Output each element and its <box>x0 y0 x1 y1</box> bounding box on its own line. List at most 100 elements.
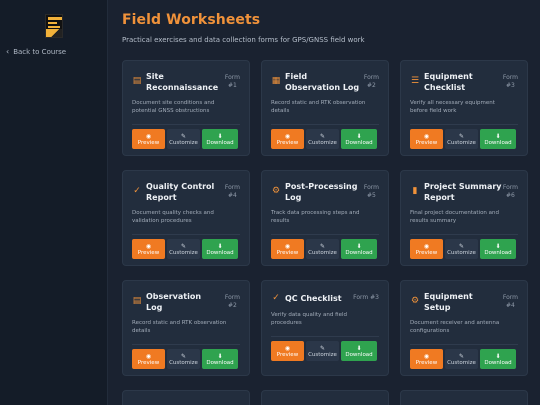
customize-button[interactable]: ✎ Customize <box>167 239 200 259</box>
preview-button[interactable]: ◉ Preview <box>271 239 304 259</box>
card-description: Verify all necessary equipment before fi… <box>410 100 495 114</box>
checklist-icon: ☰ <box>410 76 420 86</box>
download-button[interactable]: ⬇ Download <box>480 239 516 259</box>
customize-button[interactable]: ✎ Customize <box>445 239 478 259</box>
pencil-icon: ✎ <box>319 132 326 140</box>
download-icon: ⬇ <box>217 242 223 250</box>
download-icon: ⬇ <box>356 344 362 352</box>
download-button[interactable]: ⬇ Download <box>341 341 377 361</box>
double-check-icon: ✓ <box>133 186 141 196</box>
card-title: Post-Processing Log <box>285 182 358 202</box>
preview-button[interactable]: ◉ Preview <box>410 239 443 259</box>
download-button[interactable]: ⬇ Download <box>341 239 377 259</box>
worksheet-card: ⚙ Equipment Setup Form #4 Document recei… <box>400 280 528 376</box>
form-number: Form #2 <box>224 294 240 309</box>
worksheet-card-partial <box>261 390 389 405</box>
card-description: Document site conditions and potential G… <box>132 100 215 114</box>
back-to-course-link[interactable]: ‹ Back to Course <box>6 47 66 56</box>
eye-icon: ◉ <box>423 132 430 140</box>
preview-button[interactable]: ◉ Preview <box>132 129 165 149</box>
pencil-icon: ✎ <box>319 344 326 352</box>
download-icon: ⬇ <box>217 132 223 140</box>
customize-button[interactable]: ✎ Customize <box>167 349 200 369</box>
card-divider <box>132 234 240 235</box>
page-subtitle: Practical exercises and data collection … <box>122 36 365 44</box>
download-button[interactable]: ⬇ Download <box>480 349 516 369</box>
worksheet-card: ▦ Field Observation Log Form #2 Record s… <box>261 60 389 156</box>
card-description: Track data processing steps and results <box>271 210 360 224</box>
form-number: Form #4 <box>224 184 240 199</box>
worksheet-card: ☰ Equipment Checklist Form #3 Verify all… <box>400 60 528 156</box>
pencil-icon: ✎ <box>319 242 326 250</box>
download-icon: ⬇ <box>356 242 362 250</box>
form-number: Form #3 <box>353 294 379 301</box>
card-title: QC Checklist <box>285 294 342 303</box>
card-title: Quality Control Report <box>146 182 215 202</box>
worksheet-card: ⚙ Post-Processing Log Form #5 Track data… <box>261 170 389 266</box>
preview-button[interactable]: ◉ Preview <box>410 349 443 369</box>
card-divider <box>410 124 518 125</box>
download-button[interactable]: ⬇ Download <box>202 349 238 369</box>
card-title: Project Summary Report <box>424 182 502 202</box>
worksheet-card: ▮ Project Summary Report Form #6 Final p… <box>400 170 528 266</box>
card-divider <box>410 344 518 345</box>
customize-button[interactable]: ✎ Customize <box>306 341 339 361</box>
pencil-icon: ✎ <box>458 242 465 250</box>
download-button[interactable]: ⬇ Download <box>202 129 238 149</box>
sidebar: ‹ Back to Course <box>0 0 108 405</box>
card-divider <box>271 234 379 235</box>
card-divider <box>271 336 379 337</box>
customize-button[interactable]: ✎ Customize <box>167 129 200 149</box>
form-number: Form #3 <box>502 74 518 89</box>
chevron-left-icon: ‹ <box>6 47 10 56</box>
download-button[interactable]: ⬇ Download <box>480 129 516 149</box>
back-label: Back to Course <box>13 47 67 56</box>
table-icon: ▦ <box>271 76 281 86</box>
download-button[interactable]: ⬇ Download <box>341 129 377 149</box>
form-number: Form #6 <box>502 184 518 199</box>
pencil-icon: ✎ <box>180 132 187 140</box>
customize-button[interactable]: ✎ Customize <box>445 129 478 149</box>
card-title: Equipment Checklist <box>424 72 473 92</box>
card-description: Record static and RTK observation detail… <box>271 100 366 114</box>
form-number: Form #1 <box>224 74 240 89</box>
file-icon: ▮ <box>412 186 418 196</box>
customize-button[interactable]: ✎ Customize <box>445 349 478 369</box>
preview-button[interactable]: ◉ Preview <box>132 349 165 369</box>
card-description: Document receiver and antenna configurat… <box>410 320 500 334</box>
gears-icon: ⚙ <box>410 296 420 306</box>
form-number: Form #2 <box>363 74 379 89</box>
worksheet-card: ▤ Site Reconnaissance Form #1 Document s… <box>122 60 250 156</box>
download-icon: ⬇ <box>495 352 501 360</box>
pencil-icon: ✎ <box>180 242 187 250</box>
form-number: Form #5 <box>363 184 379 199</box>
eye-icon: ◉ <box>145 352 152 360</box>
preview-button[interactable]: ◉ Preview <box>410 129 443 149</box>
download-icon: ⬇ <box>356 132 362 140</box>
download-icon: ⬇ <box>495 242 501 250</box>
card-divider <box>271 124 379 125</box>
preview-button[interactable]: ◉ Preview <box>132 239 165 259</box>
download-icon: ⬇ <box>495 132 501 140</box>
double-check-icon: ✓ <box>272 293 280 303</box>
customize-button[interactable]: ✎ Customize <box>306 239 339 259</box>
preview-button[interactable]: ◉ Preview <box>271 341 304 361</box>
card-description: Final project documentation and results … <box>410 210 500 224</box>
gear-icon: ⚙ <box>271 186 281 196</box>
form-number: Form #4 <box>502 294 518 309</box>
worksheet-card: ▤ Observation Log Form #2 Record static … <box>122 280 250 376</box>
eye-icon: ◉ <box>423 242 430 250</box>
preview-button[interactable]: ◉ Preview <box>271 129 304 149</box>
download-button[interactable]: ⬇ Download <box>202 239 238 259</box>
eye-icon: ◉ <box>284 344 291 352</box>
card-divider <box>132 344 240 345</box>
customize-button[interactable]: ✎ Customize <box>306 129 339 149</box>
clipboard-icon: ▤ <box>132 296 142 306</box>
worksheet-card-partial <box>122 390 250 405</box>
page-title: Field Worksheets <box>122 12 261 28</box>
worksheet-card: ✓ QC Checklist Form #3 Verify data quali… <box>261 280 389 376</box>
pencil-icon: ✎ <box>458 352 465 360</box>
eye-icon: ◉ <box>145 132 152 140</box>
card-divider <box>410 234 518 235</box>
eye-icon: ◉ <box>145 242 152 250</box>
